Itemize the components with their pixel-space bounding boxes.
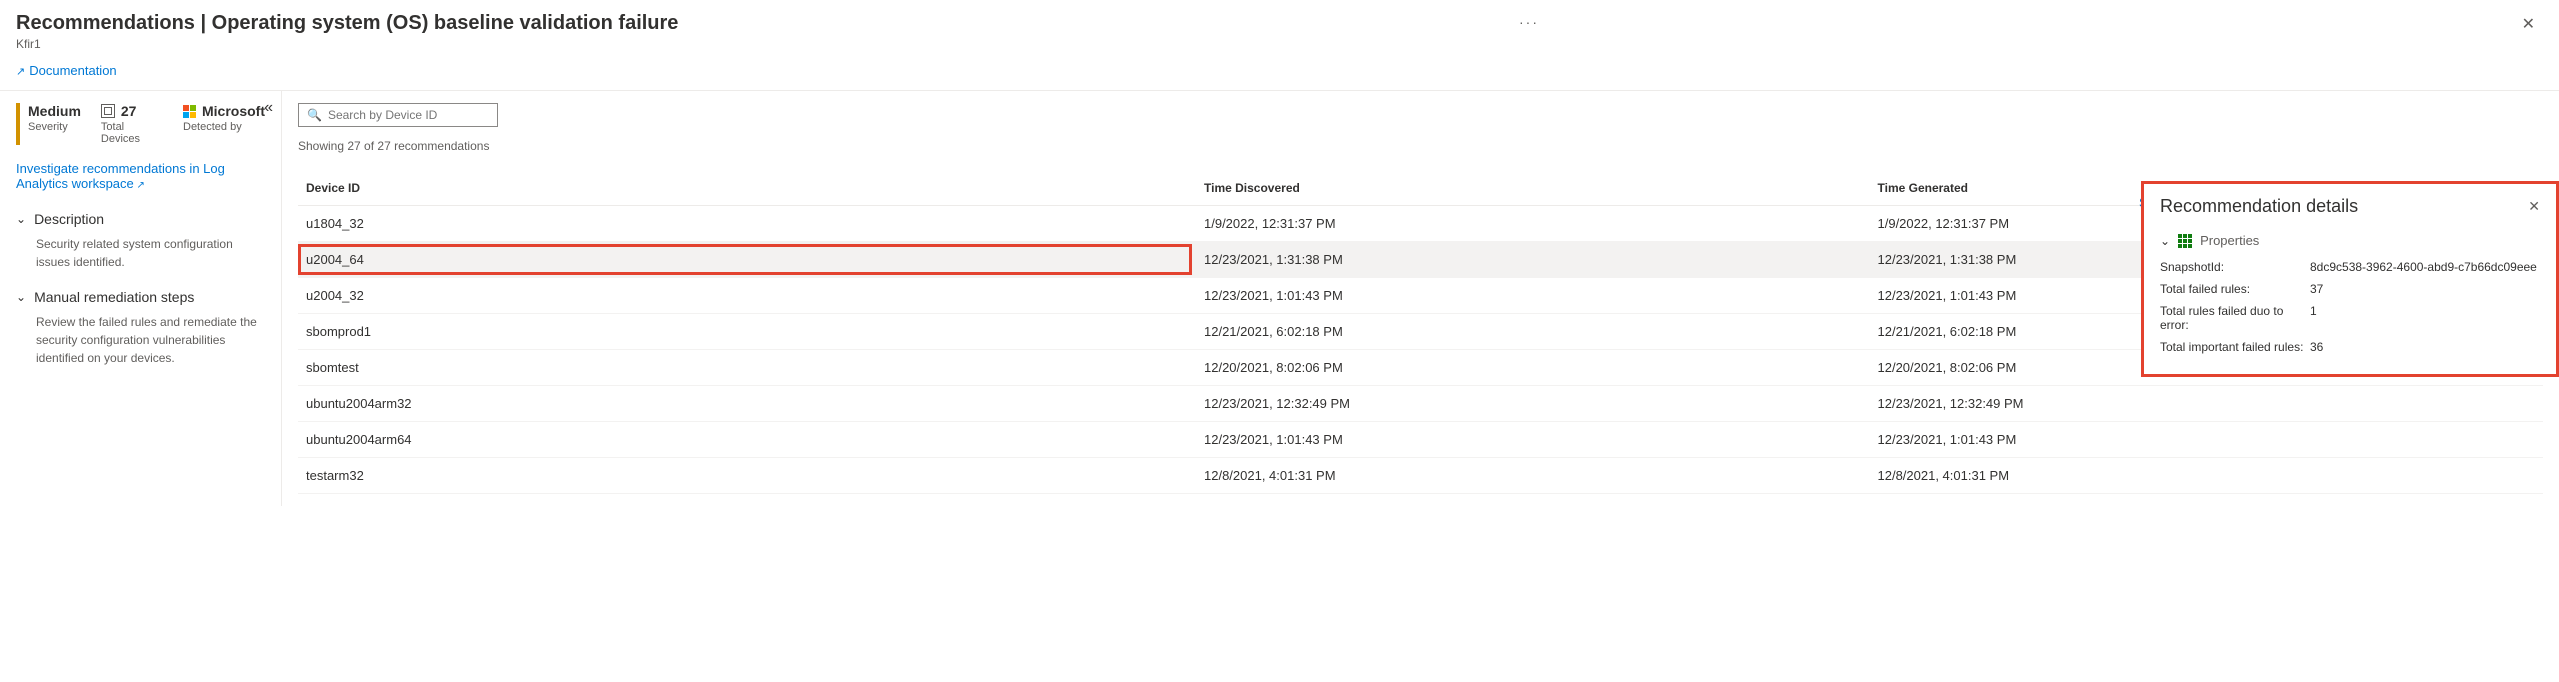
close-icon[interactable]: ✕ bbox=[2514, 10, 2543, 38]
external-link-icon: ↗ bbox=[16, 66, 25, 78]
cell-time-discovered: 12/23/2021, 1:01:43 PM bbox=[1196, 278, 1870, 314]
cell-device-id: u2004_32 bbox=[298, 278, 1196, 314]
cell-device-id: u1804_32 bbox=[298, 206, 1196, 242]
collapse-sidebar-icon[interactable]: « bbox=[264, 99, 273, 117]
cell-time-discovered: 12/8/2021, 4:01:31 PM bbox=[1196, 458, 1870, 494]
description-body: Security related system configuration is… bbox=[16, 235, 265, 271]
search-input[interactable] bbox=[328, 108, 489, 122]
cell-device-id: ubuntu2004arm64 bbox=[298, 422, 1196, 458]
property-value: 37 bbox=[2310, 282, 2540, 296]
table-row[interactable]: ubuntu2004arm6412/23/2021, 1:01:43 PM12/… bbox=[298, 422, 2543, 458]
selection-highlight bbox=[298, 244, 1192, 275]
property-value: 36 bbox=[2310, 340, 2540, 354]
table-row[interactable]: ubuntu2004arm3212/23/2021, 12:32:49 PM12… bbox=[298, 386, 2543, 422]
results-count: Showing 27 of 27 recommendations bbox=[298, 139, 2543, 153]
page-title: Recommendations | Operating system (OS) … bbox=[16, 12, 2543, 35]
cell-time-discovered: 12/21/2021, 6:02:18 PM bbox=[1196, 314, 1870, 350]
cell-device-id: testarm32 bbox=[298, 458, 1196, 494]
search-icon: 🔍 bbox=[307, 108, 322, 122]
more-menu-icon[interactable]: ··· bbox=[1519, 14, 1539, 30]
description-title: Description bbox=[34, 211, 104, 227]
property-row: Total failed rules:37 bbox=[2160, 282, 2540, 296]
cell-time-generated: 12/8/2021, 4:01:31 PM bbox=[1870, 458, 2544, 494]
chevron-down-icon: ⌄ bbox=[2160, 234, 2170, 248]
detected-by-value: Microsoft bbox=[202, 103, 265, 119]
investigate-link[interactable]: Investigate recommendations in Log Analy… bbox=[16, 161, 265, 191]
documentation-link[interactable]: ↗ Documentation bbox=[16, 63, 117, 78]
external-link-icon: ↗ bbox=[134, 180, 145, 191]
property-value: 8dc9c538-3962-4600-abd9-c7b66dc09eee bbox=[2310, 260, 2540, 274]
cell-time-discovered: 12/23/2021, 12:32:49 PM bbox=[1196, 386, 1870, 422]
properties-list: SnapshotId:8dc9c538-3962-4600-abd9-c7b66… bbox=[2160, 260, 2540, 354]
page-header: Recommendations | Operating system (OS) … bbox=[0, 0, 2559, 59]
sidebar: « Medium Severity 27 Total Devices Micro… bbox=[0, 91, 282, 506]
property-key: SnapshotId: bbox=[2160, 260, 2310, 274]
severity-stat: Medium Severity bbox=[16, 103, 81, 145]
content-area: 🔍 Showing 27 of 27 recommendations Devic… bbox=[282, 91, 2559, 506]
documentation-label: Documentation bbox=[29, 63, 116, 78]
investigate-link-label: Investigate recommendations in Log Analy… bbox=[16, 161, 225, 191]
property-row: Total rules failed duo to error:1 bbox=[2160, 304, 2540, 332]
col-device-id[interactable]: Device ID bbox=[298, 171, 1196, 206]
microsoft-logo-icon bbox=[183, 105, 196, 118]
col-time-discovered[interactable]: Time Discovered bbox=[1196, 171, 1870, 206]
properties-toggle[interactable]: ⌄ Properties bbox=[2160, 233, 2540, 248]
properties-grid-icon bbox=[2178, 234, 2192, 248]
total-devices-value: 27 bbox=[121, 103, 137, 119]
severity-label: Severity bbox=[28, 121, 81, 133]
details-pane-wrapper: Recommendation details ✕ ⌄ Properties Sn… bbox=[2139, 181, 2559, 210]
total-devices-stat: 27 Total Devices bbox=[101, 103, 163, 145]
table-row[interactable]: testarm3212/8/2021, 4:01:31 PM12/8/2021,… bbox=[298, 458, 2543, 494]
cell-device-id: sbomtest bbox=[298, 350, 1196, 386]
detected-by-label: Detected by bbox=[183, 121, 265, 133]
chevron-down-icon: ⌄ bbox=[16, 212, 26, 226]
properties-label: Properties bbox=[2200, 233, 2259, 248]
cell-time-discovered: 1/9/2022, 12:31:37 PM bbox=[1196, 206, 1870, 242]
property-value: 1 bbox=[2310, 304, 2540, 332]
property-key: Total rules failed duo to error: bbox=[2160, 304, 2310, 332]
description-section: ⌄ Description Security related system co… bbox=[16, 211, 265, 271]
cell-time-discovered: 12/20/2021, 8:02:06 PM bbox=[1196, 350, 1870, 386]
page-subtitle: Kfir1 bbox=[16, 37, 2543, 51]
property-key: Total failed rules: bbox=[2160, 282, 2310, 296]
description-toggle[interactable]: ⌄ Description bbox=[16, 211, 265, 227]
cell-time-discovered: 12/23/2021, 1:01:43 PM bbox=[1196, 422, 1870, 458]
total-devices-label: Total Devices bbox=[101, 121, 163, 145]
recommendation-details-panel: Recommendation details ✕ ⌄ Properties Sn… bbox=[2141, 181, 2559, 377]
search-box[interactable]: 🔍 bbox=[298, 103, 498, 127]
details-title: Recommendation details bbox=[2160, 196, 2358, 217]
cell-device-id: u2004_64 bbox=[298, 242, 1196, 278]
cell-time-discovered: 12/23/2021, 1:31:38 PM bbox=[1196, 242, 1870, 278]
detected-by-stat: Microsoft Detected by bbox=[183, 103, 265, 145]
severity-value: Medium bbox=[28, 103, 81, 119]
details-close-icon[interactable]: ✕ bbox=[2528, 198, 2540, 215]
property-row: SnapshotId:8dc9c538-3962-4600-abd9-c7b66… bbox=[2160, 260, 2540, 274]
stats-row: Medium Severity 27 Total Devices Microso… bbox=[16, 103, 265, 145]
cell-time-generated: 12/23/2021, 1:01:43 PM bbox=[1870, 422, 2544, 458]
remediation-section: ⌄ Manual remediation steps Review the fa… bbox=[16, 289, 265, 367]
chip-icon bbox=[101, 104, 115, 118]
property-key: Total important failed rules: bbox=[2160, 340, 2310, 354]
cell-device-id: sbomprod1 bbox=[298, 314, 1196, 350]
cell-time-generated: 12/23/2021, 12:32:49 PM bbox=[1870, 386, 2544, 422]
remediation-body: Review the failed rules and remediate th… bbox=[16, 313, 265, 367]
main-layout: « Medium Severity 27 Total Devices Micro… bbox=[0, 90, 2559, 506]
remediation-toggle[interactable]: ⌄ Manual remediation steps bbox=[16, 289, 265, 305]
chevron-down-icon: ⌄ bbox=[16, 290, 26, 304]
remediation-title: Manual remediation steps bbox=[34, 289, 194, 305]
property-row: Total important failed rules:36 bbox=[2160, 340, 2540, 354]
cell-device-id: ubuntu2004arm32 bbox=[298, 386, 1196, 422]
documentation-link-row: ↗ Documentation bbox=[0, 59, 2559, 90]
